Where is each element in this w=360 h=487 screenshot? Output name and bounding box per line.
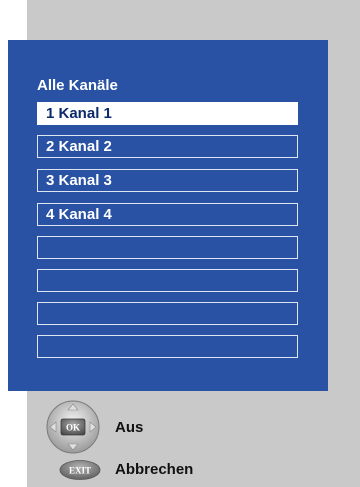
ok-action-label: Aus — [115, 419, 144, 436]
channel-row-6[interactable] — [37, 269, 298, 292]
exit-action-label: Abbrechen — [115, 461, 194, 478]
exit-key-label: EXIT — [69, 466, 91, 476]
channel-row-1[interactable]: 1 Kanal 1 — [37, 102, 298, 125]
list-title: Alle Kanäle — [37, 77, 118, 94]
channel-row-5[interactable] — [37, 236, 298, 259]
channel-row-4[interactable]: 4 Kanal 4 — [37, 203, 298, 226]
channel-row-3[interactable]: 3 Kanal 3 — [37, 169, 298, 192]
exit-key-icon: EXIT — [59, 460, 101, 480]
ok-key-label: OK — [66, 423, 80, 433]
channel-row-2[interactable]: 2 Kanal 2 — [37, 135, 298, 158]
channel-row-8[interactable] — [37, 335, 298, 358]
ok-navigation-key-icon: OK — [46, 400, 100, 454]
channel-row-7[interactable] — [37, 302, 298, 325]
